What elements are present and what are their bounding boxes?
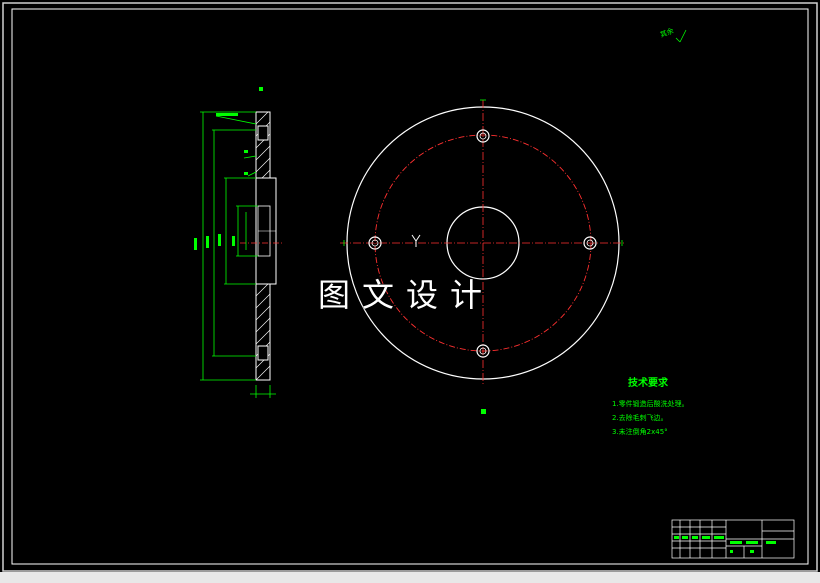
- requirement-item-2: 2.去除毛刺飞边。: [612, 414, 668, 422]
- view-label-mark: [481, 409, 486, 414]
- technical-requirements: 技术要求 1.零件锻造后酸洗处理。 2.去除毛刺飞边。 3.未注倒角2x45°: [612, 374, 722, 439]
- watermark-text: 图文设计: [318, 276, 495, 314]
- requirement-item-3: 3.未注倒角2x45°: [612, 428, 668, 436]
- requirement-item-1: 1.零件锻造后酸洗处理。: [612, 400, 689, 408]
- section-bolt-hole-bottom: [257, 345, 269, 361]
- section-bolt-hole-top: [257, 125, 269, 141]
- technical-requirements-title: 技术要求: [628, 378, 668, 389]
- bottom-scrollbar-strip[interactable]: [0, 572, 820, 583]
